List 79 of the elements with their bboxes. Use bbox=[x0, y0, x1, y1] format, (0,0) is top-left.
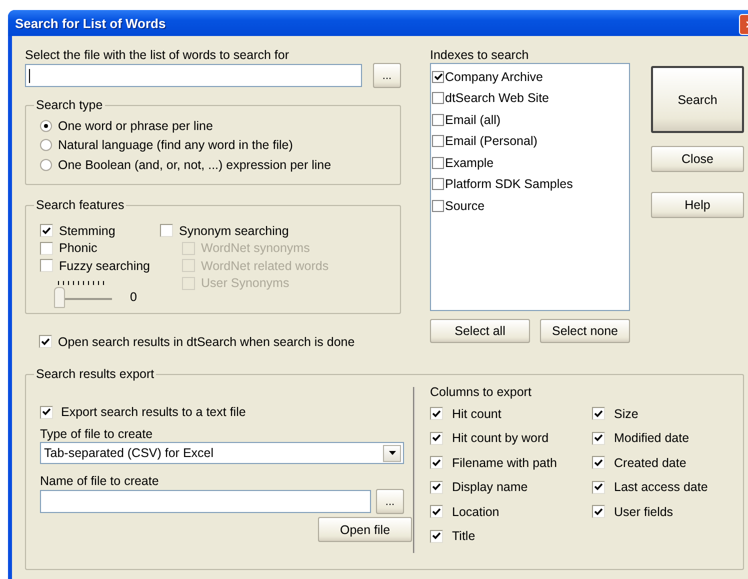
option-label: Size bbox=[614, 406, 638, 421]
option-label: Display name bbox=[452, 480, 528, 494]
option-label: Hit count by word bbox=[452, 431, 549, 446]
checkbox[interactable] bbox=[432, 114, 444, 126]
option-label: Natural language (find any word in the file) bbox=[58, 138, 293, 152]
browse-button[interactable]: ... bbox=[373, 63, 401, 88]
file-type-dropdown[interactable]: Tab-separated (CSV) for Excel bbox=[40, 442, 404, 464]
checkbox[interactable] bbox=[432, 156, 444, 169]
checkbox[interactable] bbox=[592, 505, 605, 518]
checkbox[interactable] bbox=[592, 407, 605, 420]
checkbox[interactable] bbox=[40, 406, 53, 419]
option-label: Created date bbox=[614, 456, 686, 470]
option-label: Phonic bbox=[59, 241, 98, 256]
checkbox[interactable] bbox=[430, 505, 443, 518]
option-label: Last access date bbox=[614, 480, 708, 494]
checkbox[interactable] bbox=[592, 480, 605, 494]
option-label: Stemming bbox=[59, 224, 116, 238]
checkbox[interactable] bbox=[432, 178, 444, 190]
option-label: Location bbox=[452, 504, 500, 519]
dialog-button[interactable]: Close bbox=[651, 146, 744, 172]
index-item[interactable]: Platform SDK Samples bbox=[445, 177, 573, 192]
checkbox[interactable] bbox=[432, 70, 444, 83]
checkbox[interactable] bbox=[160, 224, 173, 238]
option-label: Export search results to a text file bbox=[61, 405, 246, 420]
browse-button[interactable]: ... bbox=[376, 489, 404, 514]
checkbox[interactable] bbox=[40, 224, 53, 238]
checkbox[interactable] bbox=[40, 259, 53, 272]
index-item[interactable]: Example bbox=[445, 156, 494, 170]
checkbox[interactable] bbox=[39, 335, 52, 348]
checkbox[interactable] bbox=[592, 456, 605, 470]
field-label: Select the file with the list of words to search for bbox=[25, 48, 290, 62]
option-label: WordNet related words bbox=[201, 258, 329, 273]
option-label: WordNet synonyms bbox=[201, 241, 310, 256]
checkbox[interactable] bbox=[430, 530, 443, 543]
checkbox[interactable] bbox=[430, 432, 443, 445]
select-none-button[interactable]: Select none bbox=[540, 319, 630, 343]
checkbox[interactable] bbox=[430, 456, 443, 470]
caret-icon[interactable] bbox=[388, 451, 396, 455]
option-label: Open search results in dtSearch when search is done bbox=[58, 334, 355, 349]
window-title: Search for List of Words bbox=[15, 16, 166, 30]
option-label: One Boolean (and, or, not, ...) expression per line bbox=[58, 158, 332, 172]
section-label: Columns to export bbox=[430, 384, 532, 398]
option-label: User Synonyms bbox=[201, 276, 290, 290]
index-item[interactable]: Source bbox=[445, 198, 485, 213]
dialog-button[interactable]: Search bbox=[651, 66, 744, 133]
slider-value: 0 bbox=[130, 290, 137, 304]
index-item[interactable]: Email (Personal) bbox=[445, 134, 538, 148]
dialog-button[interactable]: Help bbox=[651, 192, 744, 218]
checkbox[interactable] bbox=[430, 407, 443, 420]
option-label: One word or phrase per line bbox=[58, 118, 213, 133]
radio-button[interactable] bbox=[40, 120, 52, 132]
group-title: Search features bbox=[34, 198, 126, 212]
option-label: Synonym searching bbox=[179, 224, 289, 238]
list-label: Indexes to search bbox=[430, 48, 530, 62]
radio-button[interactable] bbox=[40, 158, 52, 171]
output-file-field[interactable] bbox=[40, 490, 371, 513]
index-item[interactable]: dtSearch Web Site bbox=[445, 91, 549, 106]
checkbox[interactable] bbox=[432, 92, 444, 104]
radio-button[interactable] bbox=[40, 139, 52, 152]
group-title: Search type bbox=[34, 98, 105, 112]
checkbox[interactable] bbox=[430, 480, 443, 494]
checkbox[interactable] bbox=[432, 200, 444, 212]
option-label: Modified date bbox=[614, 431, 690, 446]
word-file-field[interactable] bbox=[25, 64, 362, 87]
select-all-button[interactable]: Select all bbox=[430, 319, 530, 343]
index-item[interactable]: Company Archive bbox=[445, 70, 543, 84]
checkbox[interactable] bbox=[40, 242, 53, 255]
option-label: Hit count bbox=[452, 406, 502, 421]
field-label: Name of file to create bbox=[40, 474, 160, 488]
field-label: Type of file to create bbox=[40, 427, 154, 441]
open-file-button[interactable]: Open file bbox=[318, 517, 412, 542]
option-label: Title bbox=[452, 529, 476, 544]
option-label: Filename with path bbox=[452, 456, 557, 470]
group-title: Search results export bbox=[34, 366, 156, 380]
index-item[interactable]: Email (all) bbox=[445, 112, 501, 127]
checkbox[interactable] bbox=[592, 432, 605, 445]
checkbox[interactable] bbox=[432, 135, 444, 148]
option-label: Fuzzy searching bbox=[59, 258, 150, 273]
option-label: User fields bbox=[614, 504, 674, 519]
